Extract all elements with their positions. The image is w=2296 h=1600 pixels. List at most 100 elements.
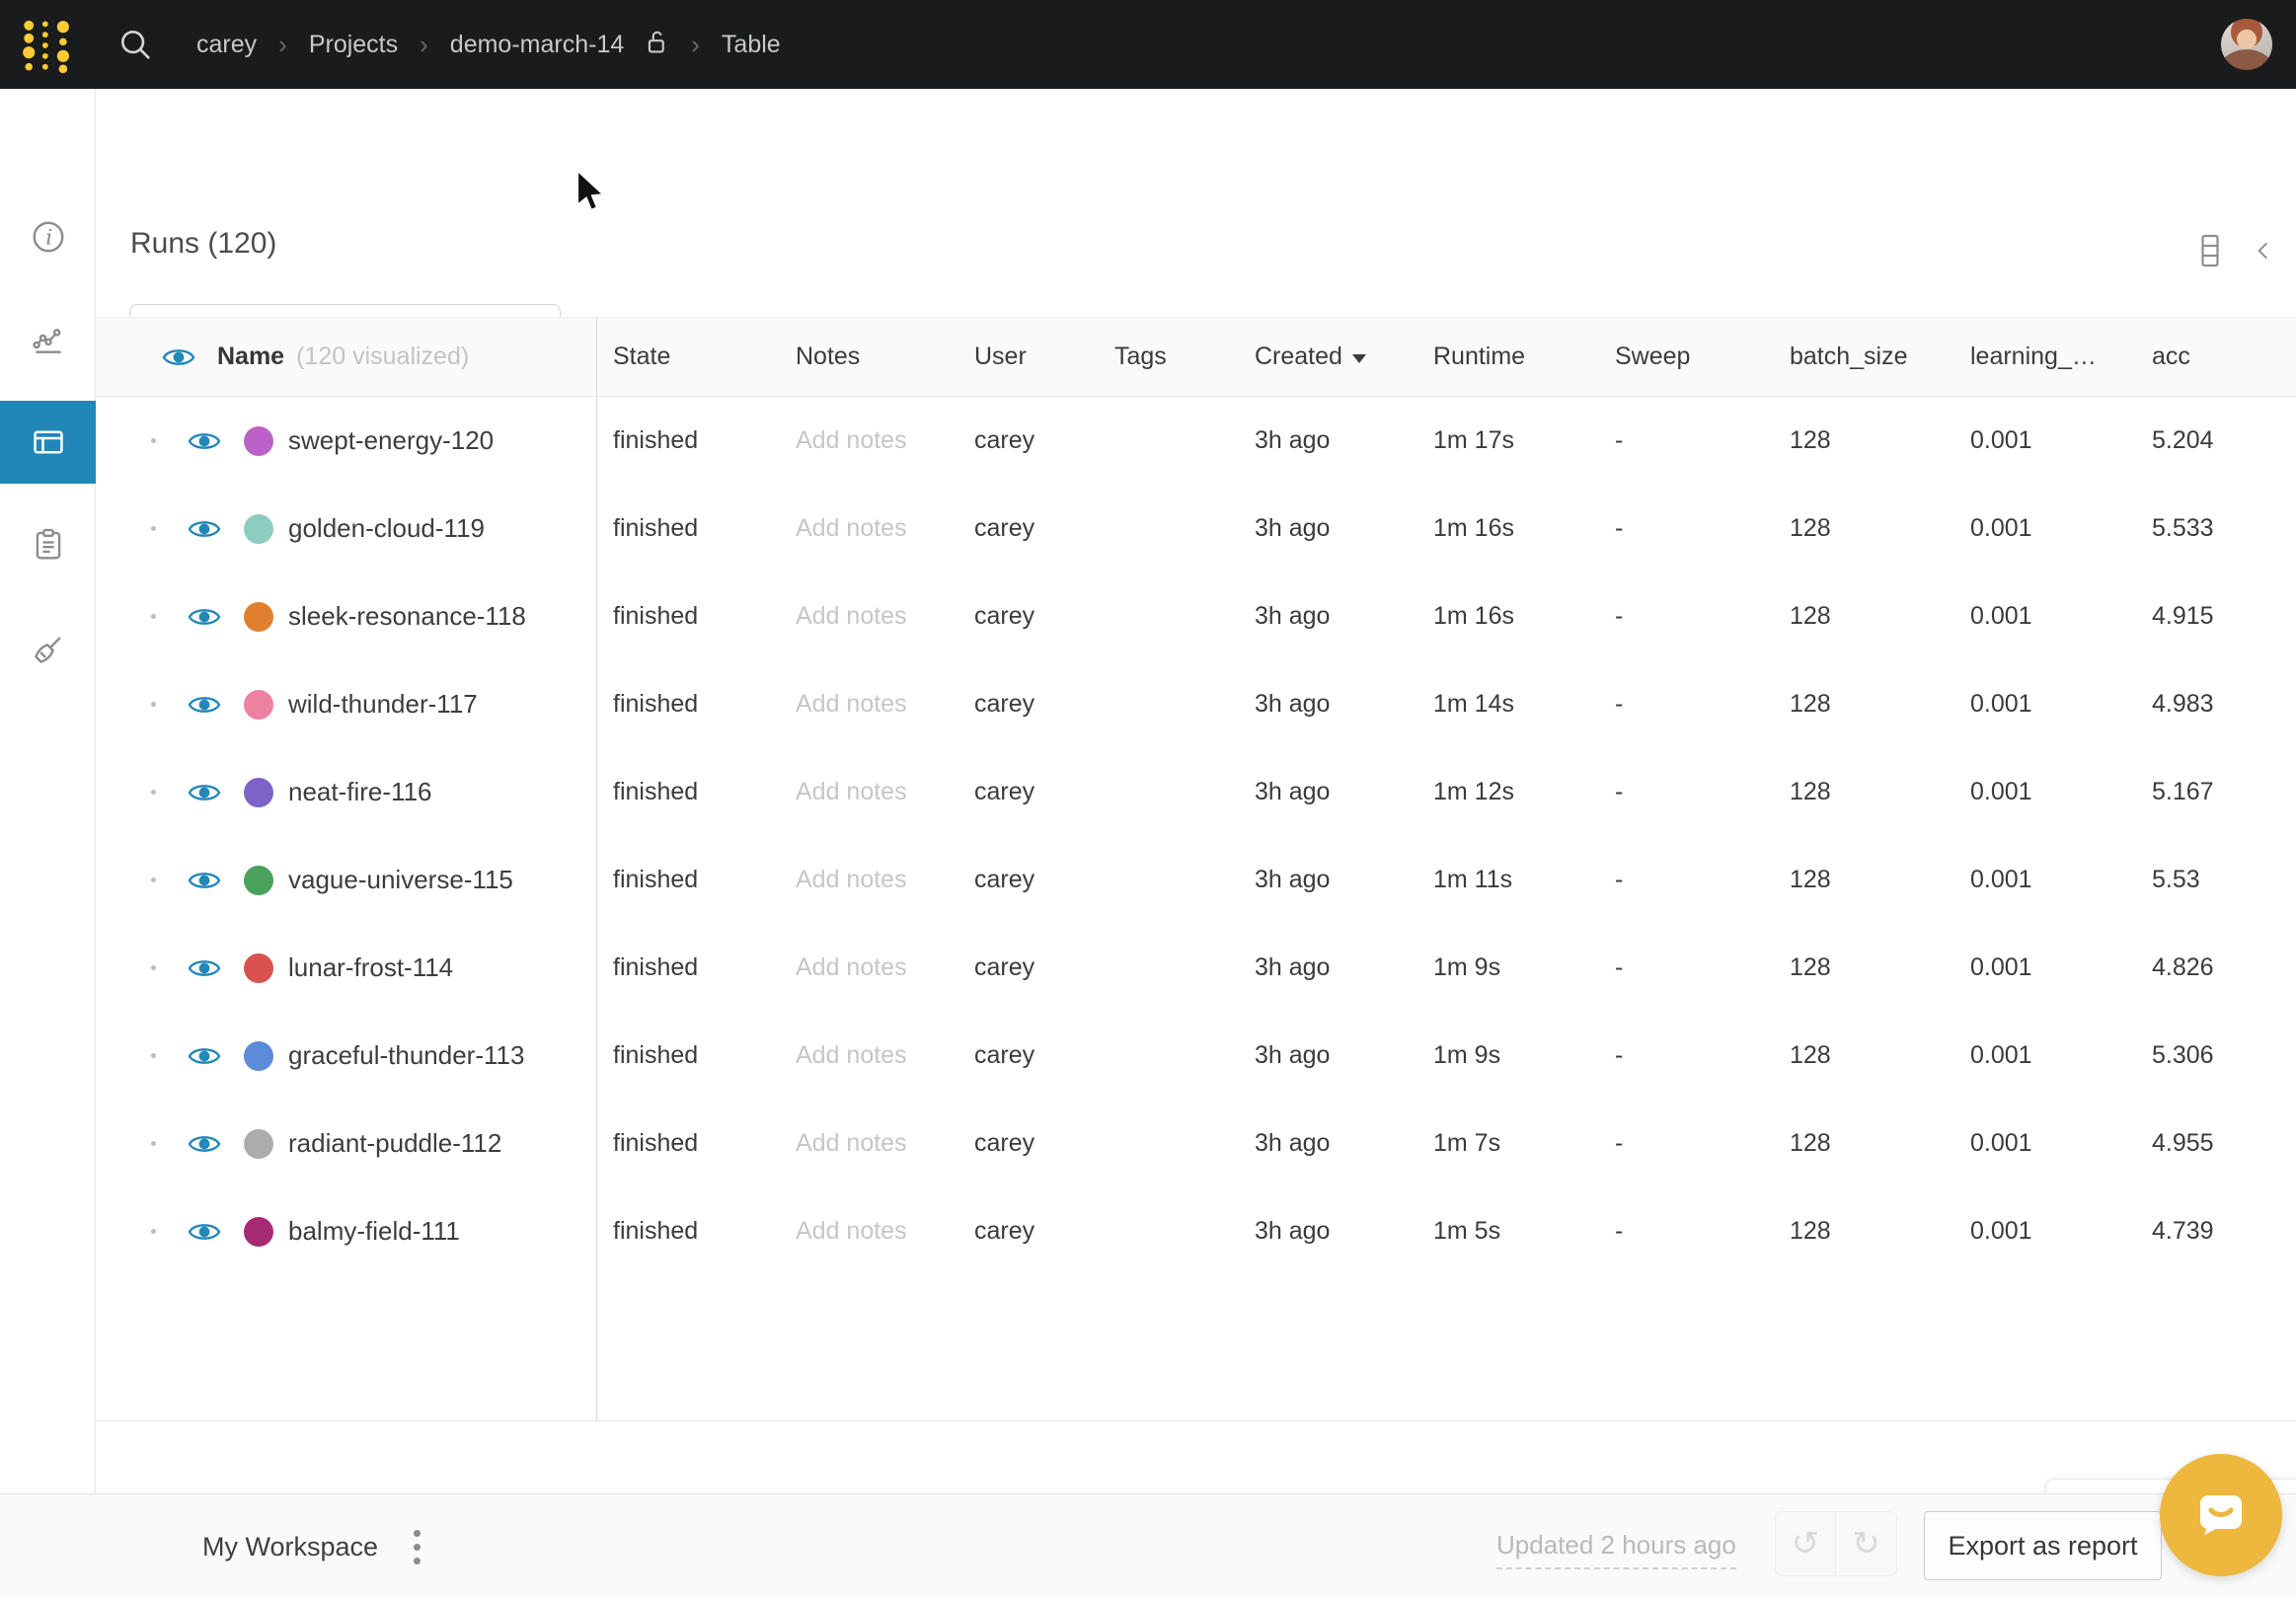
workspace-menu-button[interactable]	[410, 1526, 424, 1568]
table-row[interactable]: lunar-frost-114finishedAdd notescarey3h …	[96, 924, 2296, 1012]
table-row[interactable]: golden-cloud-119finishedAdd notescarey3h…	[96, 485, 2296, 572]
table-row[interactable]: radiant-puddle-112finishedAdd notescarey…	[96, 1100, 2296, 1187]
run-name[interactable]: neat-fire-116	[288, 777, 432, 807]
export-as-report-button[interactable]: Export as report	[1924, 1511, 2162, 1580]
column-header-created[interactable]: Created	[1238, 318, 1416, 396]
run-tags	[1098, 572, 1238, 660]
column-header-runtime[interactable]: Runtime	[1416, 318, 1598, 396]
run-tags	[1098, 836, 1238, 924]
breadcrumb-item[interactable]: carey	[196, 31, 257, 59]
run-acc: 4.955	[2135, 1100, 2296, 1187]
column-header-batch-size[interactable]: batch_size	[1773, 318, 1953, 396]
sidebar-item-table[interactable]	[0, 401, 96, 484]
column-header-state[interactable]: State	[596, 318, 779, 396]
drag-handle[interactable]	[148, 1227, 158, 1237]
run-notes[interactable]: Add notes	[779, 836, 957, 924]
visibility-eye-icon[interactable]	[188, 1132, 221, 1156]
user-avatar[interactable]	[2221, 19, 2272, 70]
updated-timestamp[interactable]: Updated 2 hours ago	[1496, 1530, 1736, 1569]
run-user: carey	[957, 660, 1098, 748]
run-batch-size: 128	[1773, 572, 1953, 660]
run-notes[interactable]: Add notes	[779, 485, 957, 572]
workspace-label[interactable]: My Workspace	[202, 1494, 378, 1600]
visibility-eye-icon[interactable]	[188, 1220, 221, 1244]
column-header-acc[interactable]: acc	[2135, 318, 2296, 396]
table-row[interactable]: graceful-thunder-113finishedAdd notescar…	[96, 1012, 2296, 1100]
table-row[interactable]: balmy-field-111finishedAdd notescarey3h …	[96, 1187, 2296, 1275]
sidebar-item-overview[interactable]: i	[0, 195, 96, 278]
run-notes[interactable]: Add notes	[779, 397, 957, 485]
undo-button[interactable]: ↺	[1776, 1512, 1836, 1575]
run-acc: 5.204	[2135, 397, 2296, 485]
run-name[interactable]: swept-energy-120	[288, 425, 494, 456]
table-row[interactable]: vague-universe-115finishedAdd notescarey…	[96, 836, 2296, 924]
drag-handle[interactable]	[148, 876, 158, 885]
column-header-notes[interactable]: Notes	[779, 318, 957, 396]
drag-handle[interactable]	[148, 524, 158, 534]
run-acc: 5.533	[2135, 485, 2296, 572]
drag-handle[interactable]	[148, 963, 158, 973]
run-state: finished	[596, 1012, 779, 1100]
visibility-eye-icon[interactable]	[188, 605, 221, 629]
top-navbar: carey›Projects›demo-march-14›Table	[0, 0, 2296, 89]
column-header-user[interactable]: User	[957, 318, 1098, 396]
panel-layout-icon[interactable]	[2195, 233, 2225, 268]
run-tags	[1098, 748, 1238, 836]
visibility-eye-icon[interactable]	[162, 345, 195, 369]
drag-handle[interactable]	[148, 700, 158, 710]
visibility-eye-icon[interactable]	[188, 693, 221, 717]
run-state: finished	[596, 397, 779, 485]
visibility-eye-icon[interactable]	[188, 781, 221, 804]
run-notes[interactable]: Add notes	[779, 924, 957, 1012]
run-name[interactable]: balmy-field-111	[288, 1216, 460, 1247]
chat-widget-button[interactable]	[2160, 1454, 2282, 1576]
column-header-tags[interactable]: Tags	[1098, 318, 1238, 396]
run-name[interactable]: graceful-thunder-113	[288, 1040, 524, 1071]
run-notes[interactable]: Add notes	[779, 572, 957, 660]
redo-button[interactable]: ↻	[1836, 1512, 1896, 1575]
run-name[interactable]: wild-thunder-117	[288, 689, 478, 720]
run-notes[interactable]: Add notes	[779, 1100, 957, 1187]
run-name[interactable]: golden-cloud-119	[288, 513, 485, 544]
run-color-dot	[244, 953, 273, 983]
drag-handle[interactable]	[148, 1139, 158, 1149]
table-row[interactable]: neat-fire-116finishedAdd notescarey3h ag…	[96, 748, 2296, 836]
run-name[interactable]: sleek-resonance-118	[288, 601, 526, 632]
collapse-panel-chevron-icon[interactable]	[2251, 238, 2276, 264]
run-learning-rate: 0.001	[1953, 1100, 2135, 1187]
drag-handle[interactable]	[148, 1051, 158, 1061]
column-header-name[interactable]: Name (120 visualized)	[96, 318, 596, 396]
run-name[interactable]: vague-universe-115	[288, 865, 513, 895]
run-notes[interactable]: Add notes	[779, 1012, 957, 1100]
visibility-eye-icon[interactable]	[188, 869, 221, 892]
global-search-icon[interactable]	[116, 26, 154, 63]
run-notes[interactable]: Add notes	[779, 660, 957, 748]
run-name[interactable]: lunar-frost-114	[288, 952, 453, 983]
sidebar-item-sweeps[interactable]	[0, 608, 96, 691]
table-row[interactable]: wild-thunder-117finishedAdd notescarey3h…	[96, 660, 2296, 748]
visibility-eye-icon[interactable]	[188, 517, 221, 541]
wandb-logo[interactable]	[22, 15, 73, 76]
drag-handle[interactable]	[148, 788, 158, 798]
run-notes[interactable]: Add notes	[779, 1187, 957, 1275]
drag-handle[interactable]	[148, 436, 158, 446]
sidebar-item-notes[interactable]	[0, 502, 96, 585]
breadcrumb-item[interactable]: demo-march-14	[450, 31, 624, 59]
sweeps-broom-icon	[30, 631, 67, 668]
sidebar-item-charts[interactable]	[0, 298, 96, 381]
drag-handle[interactable]	[148, 612, 158, 622]
table-body: swept-energy-120finishedAdd notescarey3h…	[96, 397, 2296, 1275]
column-header-learning-[interactable]: learning_…	[1953, 318, 2135, 396]
run-name[interactable]: radiant-puddle-112	[288, 1128, 501, 1159]
column-header-sweep[interactable]: Sweep	[1598, 318, 1773, 396]
visibility-eye-icon[interactable]	[188, 1044, 221, 1068]
breadcrumb-item[interactable]: Projects	[309, 31, 398, 59]
table-row[interactable]: swept-energy-120finishedAdd notescarey3h…	[96, 397, 2296, 485]
visibility-eye-icon[interactable]	[188, 956, 221, 980]
chat-bubble-icon	[2192, 1487, 2250, 1543]
run-notes[interactable]: Add notes	[779, 748, 957, 836]
run-tags	[1098, 1100, 1238, 1187]
visibility-eye-icon[interactable]	[188, 429, 221, 453]
table-row[interactable]: sleek-resonance-118finishedAdd notescare…	[96, 572, 2296, 660]
breadcrumb-item[interactable]: Table	[722, 31, 781, 59]
